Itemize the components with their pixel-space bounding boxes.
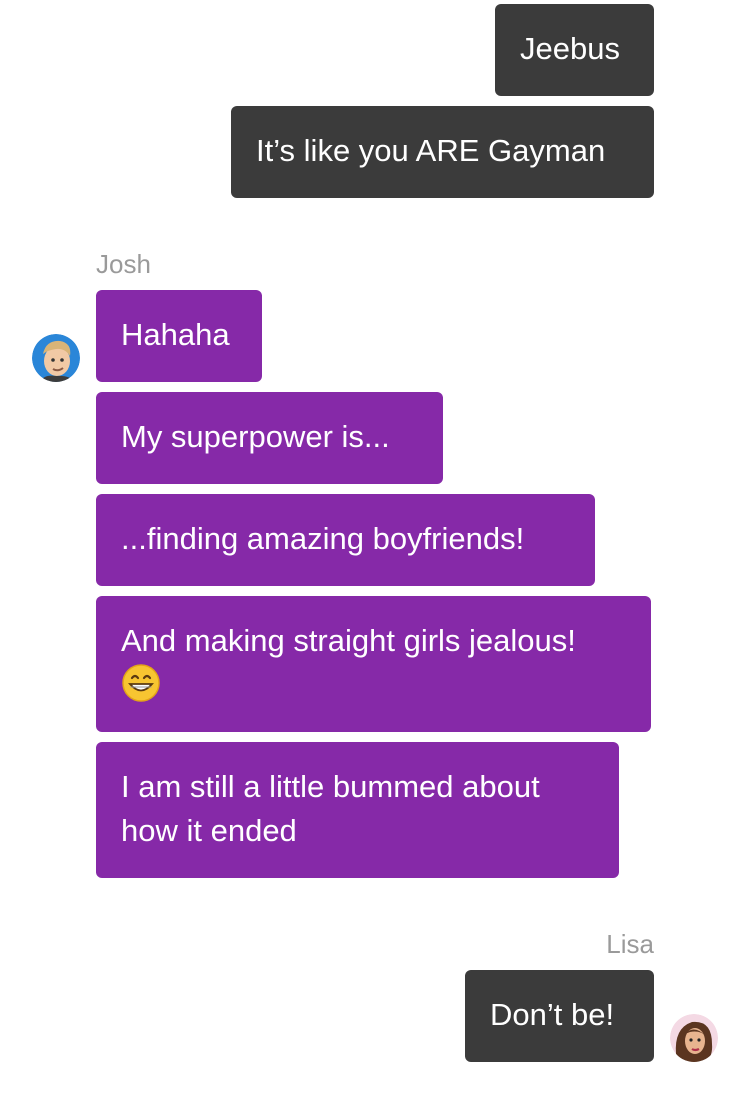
message-bubble-incoming[interactable]: ...finding amazing boyfriends! [96, 494, 595, 586]
message-text: Don’t be! [490, 997, 615, 1032]
message-text: My superpower is... [121, 419, 390, 454]
message-bubble-incoming[interactable]: Hahaha [96, 290, 262, 382]
message-text: ...finding amazing boyfriends! [121, 521, 525, 556]
sender-name-josh: Josh [96, 249, 151, 279]
avatar-lisa[interactable] [670, 1014, 718, 1062]
message-bubble-incoming[interactable]: My superpower is... [96, 392, 443, 484]
josh-avatar-icon [32, 334, 80, 382]
lisa-avatar-icon [670, 1014, 718, 1062]
message-text: Jeebus [520, 31, 620, 66]
sender-name-lisa: Lisa [606, 929, 654, 959]
message-bubble-outgoing[interactable]: It’s like you ARE Gayman [231, 106, 654, 198]
message-text: Hahaha [121, 317, 230, 352]
message-bubble-incoming[interactable]: I am still a little bummed about how it … [96, 742, 619, 878]
message-text: I am still a little bummed about how it … [121, 769, 540, 848]
message-text: And making straight girls jealous! [121, 623, 576, 658]
message-bubble-incoming[interactable]: And making straight girls jealous! [96, 596, 651, 732]
message-bubble-outgoing[interactable]: Don’t be! [465, 970, 654, 1062]
message-bubble-outgoing[interactable]: Jeebus [495, 4, 654, 96]
avatar-josh[interactable] [32, 334, 80, 382]
message-text: It’s like you ARE Gayman [256, 133, 606, 168]
grinning-face-emoji-icon [121, 663, 161, 715]
